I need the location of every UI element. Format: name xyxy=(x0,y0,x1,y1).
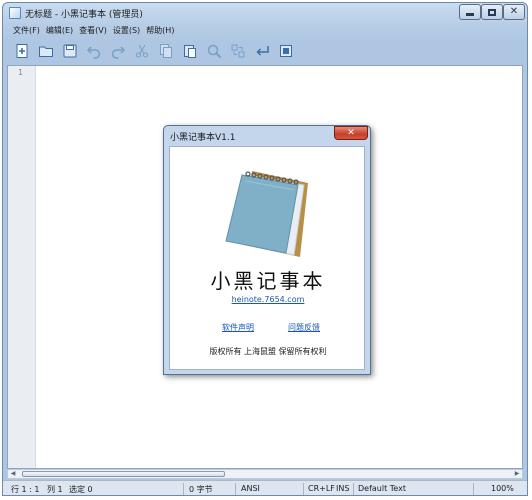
about-dialog-body: 小黑记事本 heinote.7654.com 软件声明 问题反馈 版权所有 上海… xyxy=(169,146,365,370)
status-position: 行 1 : 1 xyxy=(11,485,40,494)
paste-button[interactable] xyxy=(179,41,201,61)
replace-button[interactable] xyxy=(227,41,249,61)
save-icon xyxy=(63,44,77,58)
undo-icon xyxy=(86,46,101,59)
status-selected: 选定 0 xyxy=(69,485,93,494)
minimize-icon xyxy=(466,13,474,16)
status-bar: 行 1 : 1 列 1 选定 0 0 字节 ANSI CR+LF INS Def… xyxy=(3,480,527,495)
feedback-link[interactable]: 问题反馈 xyxy=(288,322,320,333)
new-file-button[interactable] xyxy=(11,41,33,61)
status-insert-mode: INS xyxy=(336,484,350,493)
app-icon xyxy=(9,7,21,19)
redo-icon xyxy=(111,46,126,59)
about-dialog: 小黑记事本V1.1 ✕ 小黑记事本 heinote.7654.com 软件声明 … xyxy=(163,125,371,375)
maximize-button[interactable] xyxy=(481,4,503,20)
about-dialog-title: 小黑记事本V1.1 xyxy=(170,133,236,143)
website-link[interactable]: heinote.7654.com xyxy=(170,295,366,304)
about-app-name: 小黑记事本 xyxy=(210,269,326,293)
status-divider xyxy=(235,483,236,495)
scroll-left-icon[interactable]: ◀ xyxy=(8,470,18,478)
close-icon: ✕ xyxy=(509,6,519,17)
save-button[interactable] xyxy=(59,41,81,61)
settings-icon xyxy=(280,45,292,57)
line-number-gutter: 1 xyxy=(8,66,36,468)
line-number: 1 xyxy=(18,68,24,77)
close-icon: ✕ xyxy=(347,127,355,138)
status-encoding: ANSI xyxy=(241,484,260,493)
paste-icon xyxy=(184,45,196,58)
menu-edit[interactable]: 编辑(E) xyxy=(46,23,79,39)
menu-view[interactable]: 查看(V) xyxy=(79,23,113,39)
redo-button[interactable] xyxy=(107,41,129,61)
copyright-text: 版权所有 上海鼠盟 保留所有权利 xyxy=(209,347,327,356)
status-line-ending: CR+LF xyxy=(308,484,335,493)
notebook-logo-icon xyxy=(225,171,308,257)
status-divider xyxy=(303,483,304,495)
status-divider xyxy=(183,483,184,495)
scroll-right-icon[interactable]: ▶ xyxy=(512,470,522,478)
find-icon xyxy=(207,44,222,59)
copy-icon xyxy=(160,44,172,58)
status-bytes: 0 字节 xyxy=(189,485,213,494)
maximize-icon xyxy=(488,8,496,16)
menu-file[interactable]: 文件(F) xyxy=(13,23,46,39)
close-button[interactable]: ✕ xyxy=(503,4,525,20)
status-divider xyxy=(353,483,354,495)
minimize-button[interactable] xyxy=(459,4,481,20)
goto-icon xyxy=(256,46,269,56)
find-button[interactable] xyxy=(203,41,225,61)
cut-button[interactable] xyxy=(131,41,153,61)
horizontal-scrollbar[interactable]: ◀ ▶ xyxy=(7,469,523,479)
copy-button[interactable] xyxy=(155,41,177,61)
status-column: 列 1 xyxy=(47,485,63,494)
license-link[interactable]: 软件声明 xyxy=(222,322,254,333)
menu-help[interactable]: 帮助(H) xyxy=(146,23,180,39)
window-title: 无标题 - 小黑记事本 (管理员) xyxy=(25,10,143,20)
menu-bar: 文件(F) 编辑(E) 查看(V) 设置(S) 帮助(H) xyxy=(3,23,527,39)
replace-icon xyxy=(231,44,245,58)
undo-button[interactable] xyxy=(83,41,105,61)
open-folder-icon xyxy=(39,46,53,57)
status-zoom: 100% xyxy=(491,484,514,493)
status-syntax: Default Text xyxy=(358,484,406,493)
goto-button[interactable] xyxy=(251,41,273,61)
about-close-button[interactable]: ✕ xyxy=(334,126,368,140)
settings-button[interactable] xyxy=(275,41,297,61)
title-bar[interactable]: 无标题 - 小黑记事本 (管理员) ✕ xyxy=(3,3,527,23)
scrollbar-thumb[interactable] xyxy=(22,471,225,477)
menu-settings[interactable]: 设置(S) xyxy=(113,23,146,39)
new-file-icon xyxy=(16,44,28,58)
toolbar xyxy=(3,39,527,63)
open-button[interactable] xyxy=(35,41,57,61)
status-divider xyxy=(473,483,474,495)
cut-icon xyxy=(136,44,148,58)
